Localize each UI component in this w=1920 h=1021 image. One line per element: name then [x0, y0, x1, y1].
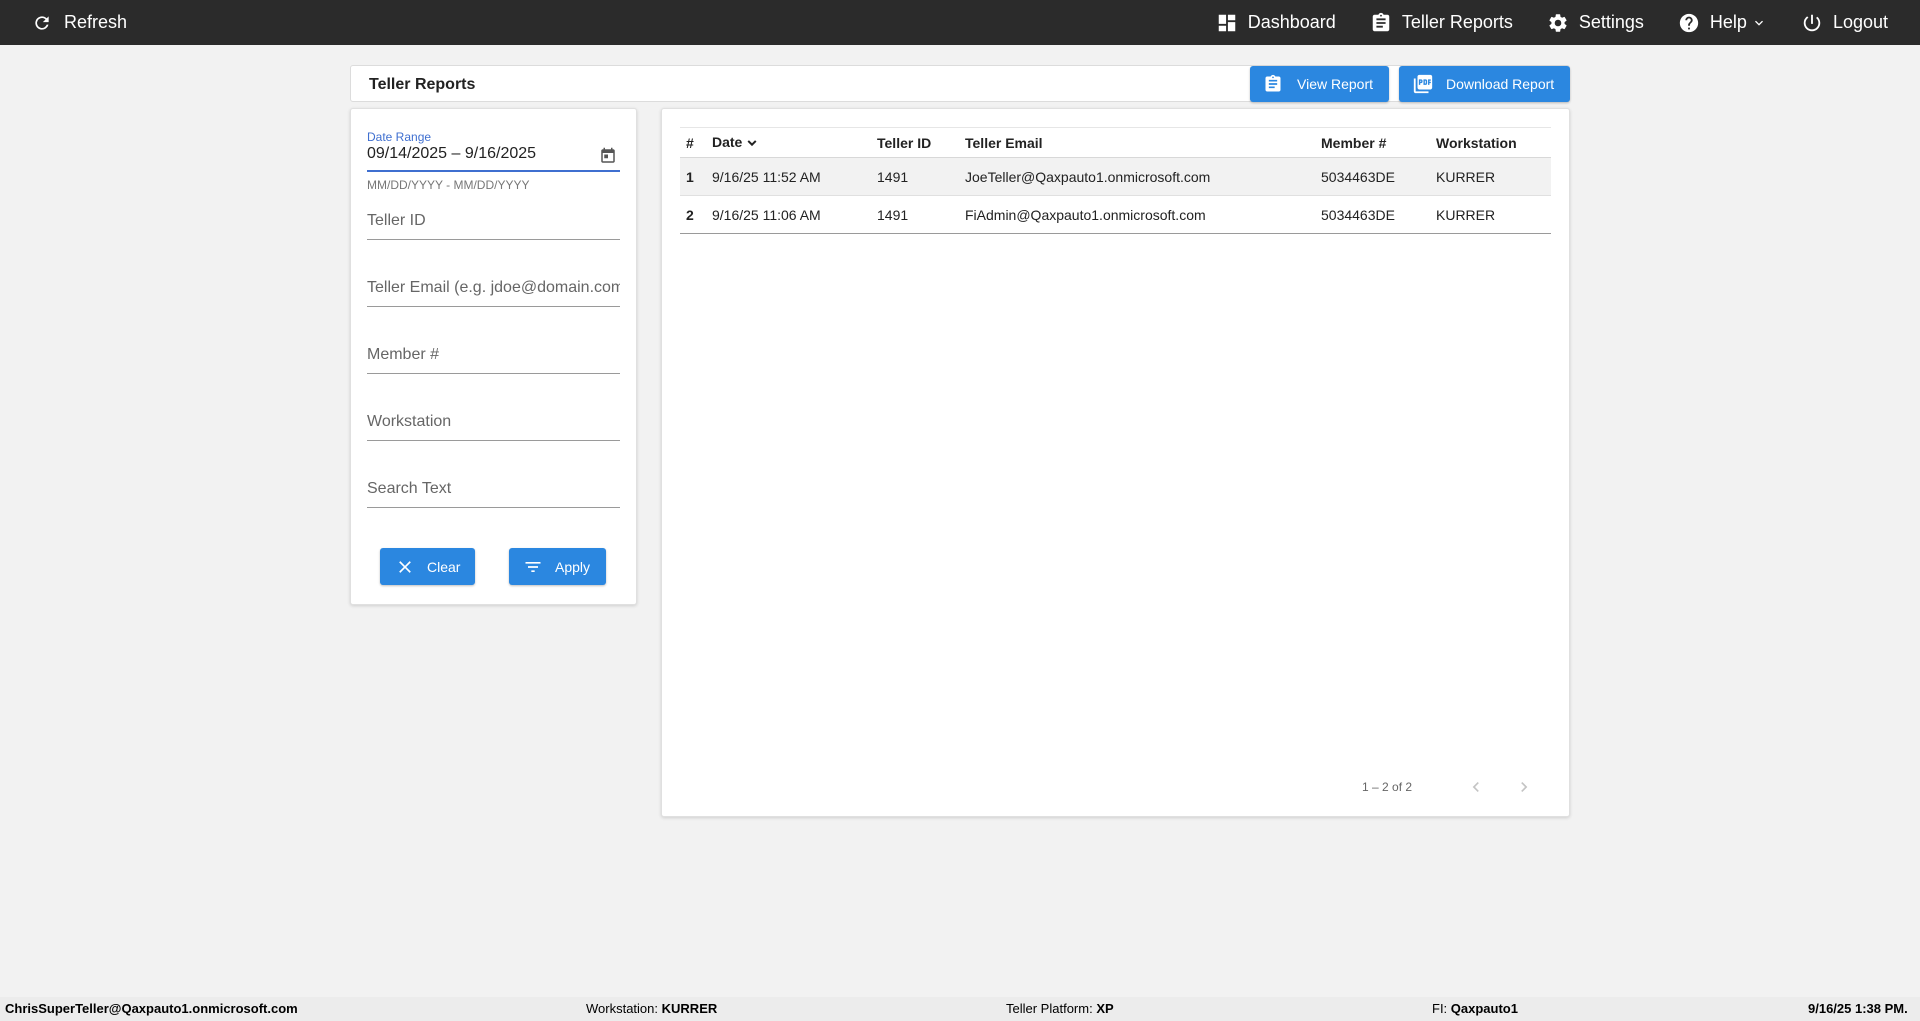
member-field — [367, 344, 620, 374]
prev-page-button[interactable] — [1466, 777, 1486, 802]
teller-report-table: # Date Teller ID Teller Email Member # W… — [680, 127, 1551, 234]
top-bar: Refresh Dashboard Teller Reports Setting… — [0, 0, 1920, 45]
power-icon — [1803, 14, 1821, 31]
download-report-label: Download Report — [1446, 76, 1555, 92]
pdf-icon — [1413, 74, 1433, 94]
footer-platform: Teller Platform: XP — [1006, 1001, 1114, 1016]
table-row[interactable]: 2 9/16/25 11:06 AM 1491 FiAdmin@Qaxpauto… — [680, 196, 1551, 234]
help-icon — [1679, 13, 1699, 32]
col-header-member[interactable]: Member # — [1315, 128, 1430, 158]
col-header-date-label: Date — [712, 133, 743, 150]
date-end[interactable]: 9/16/2025 — [465, 145, 536, 162]
teller-email-field — [367, 277, 620, 307]
col-header-date[interactable]: Date — [706, 128, 871, 158]
cell-teller-id: 1491 — [877, 168, 909, 185]
cell-workstation: KURRER — [1436, 206, 1496, 223]
workstation-field — [367, 411, 620, 441]
cell-date: 9/16/25 11:52 AM — [712, 168, 821, 185]
filter-panel: Date Range 09/14/2025 – 9/16/2025 MM/DD/… — [350, 108, 637, 605]
cell-teller-email: FiAdmin@Qaxpauto1.onmicrosoft.com — [965, 206, 1206, 223]
nav-help[interactable]: Help — [1678, 0, 1767, 45]
clear-label: Clear — [427, 558, 461, 575]
nav-settings[interactable]: Settings — [1547, 0, 1644, 45]
col-header-num: # — [686, 134, 694, 151]
date-start[interactable]: 09/14/2025 — [367, 145, 447, 162]
cell-workstation: KURRER — [1436, 168, 1496, 185]
footer-timestamp: 9/16/25 1:38 PM. — [1808, 1001, 1908, 1016]
refresh-label: Refresh — [64, 12, 128, 32]
chevron-right-icon — [1521, 782, 1528, 792]
filter-icon — [525, 561, 541, 572]
teller-id-input[interactable] — [367, 210, 620, 232]
workstation-input[interactable] — [367, 411, 620, 433]
nav-dashboard-label: Dashboard — [1247, 12, 1336, 32]
col-header-workstation[interactable]: Workstation — [1430, 128, 1551, 158]
view-report-button[interactable]: View Report — [1250, 66, 1389, 102]
cell-member: 5034463DE — [1321, 206, 1395, 223]
results-panel: # Date Teller ID Teller Email Member # W… — [661, 108, 1570, 817]
nav-teller-reports-label: Teller Reports — [1401, 12, 1513, 32]
dashboard-icon — [1218, 14, 1235, 31]
teller-email-input[interactable] — [367, 277, 620, 299]
nav-help-label: Help — [1709, 12, 1747, 32]
col-header-teller-id[interactable]: Teller ID — [871, 128, 959, 158]
footer-workstation: Workstation: KURRER — [586, 1001, 718, 1016]
search-text-field — [367, 478, 620, 508]
nav-logout-label: Logout — [1832, 12, 1888, 32]
cell-teller-email: JoeTeller@Qaxpauto1.onmicrosoft.com — [965, 168, 1211, 185]
footer-user: ChrisSuperTeller@Qaxpauto1.onmicrosoft.c… — [5, 1001, 298, 1016]
table-header-row: # Date Teller ID Teller Email Member # W… — [680, 127, 1551, 158]
nav-dashboard[interactable]: Dashboard — [1216, 0, 1336, 45]
teller-id-field — [367, 210, 620, 240]
view-report-label: View Report — [1297, 76, 1374, 92]
clipboard-icon — [1265, 74, 1281, 92]
next-page-button[interactable] — [1514, 777, 1534, 802]
chevron-down-icon — [1754, 20, 1763, 26]
cell-date: 9/16/25 11:06 AM — [712, 206, 821, 223]
cell-num: 1 — [686, 168, 694, 185]
gear-icon — [1549, 13, 1567, 32]
status-footer: ChrisSuperTeller@Qaxpauto1.onmicrosoft.c… — [0, 997, 1920, 1021]
search-text-input[interactable] — [367, 478, 620, 500]
pager-range: 1 – 2 of 2 — [1362, 780, 1413, 794]
cell-teller-id: 1491 — [877, 206, 909, 223]
member-input[interactable] — [367, 344, 620, 366]
date-range-underline — [367, 170, 620, 172]
footer-fi: FI: Qaxpauto1 — [1432, 1001, 1518, 1016]
clear-button[interactable]: Clear — [380, 548, 475, 585]
table-row[interactable]: 1 9/16/25 11:52 AM 1491 JoeTeller@Qaxpau… — [680, 157, 1551, 196]
date-range-label: Date Range — [367, 130, 432, 144]
download-report-button[interactable]: Download Report — [1399, 66, 1570, 102]
sort-desc-icon — [747, 140, 757, 147]
cell-num: 2 — [686, 206, 694, 223]
nav-teller-reports[interactable]: Teller Reports — [1370, 0, 1513, 45]
nav-logout[interactable]: Logout — [1801, 0, 1888, 45]
main-nav: Dashboard Teller Reports Settings Help L… — [1216, 0, 1920, 45]
page-title: Teller Reports — [369, 76, 476, 93]
cell-member: 5034463DE — [1321, 168, 1395, 185]
refresh-button[interactable]: Refresh — [32, 0, 127, 45]
chevron-left-icon — [1472, 782, 1479, 792]
col-header-teller-email[interactable]: Teller Email — [959, 128, 1315, 158]
date-range-input[interactable]: 09/14/2025 – 9/16/2025 — [367, 145, 536, 163]
apply-label: Apply — [555, 558, 591, 575]
refresh-icon — [35, 15, 49, 30]
date-separator: – — [451, 145, 461, 162]
apply-button[interactable]: Apply — [509, 548, 606, 585]
clipboard-icon — [1372, 12, 1390, 31]
date-range-hint: MM/DD/YYYY - MM/DD/YYYY — [367, 178, 530, 192]
calendar-icon[interactable] — [599, 147, 617, 165]
close-icon — [399, 560, 411, 573]
nav-settings-label: Settings — [1578, 12, 1644, 32]
